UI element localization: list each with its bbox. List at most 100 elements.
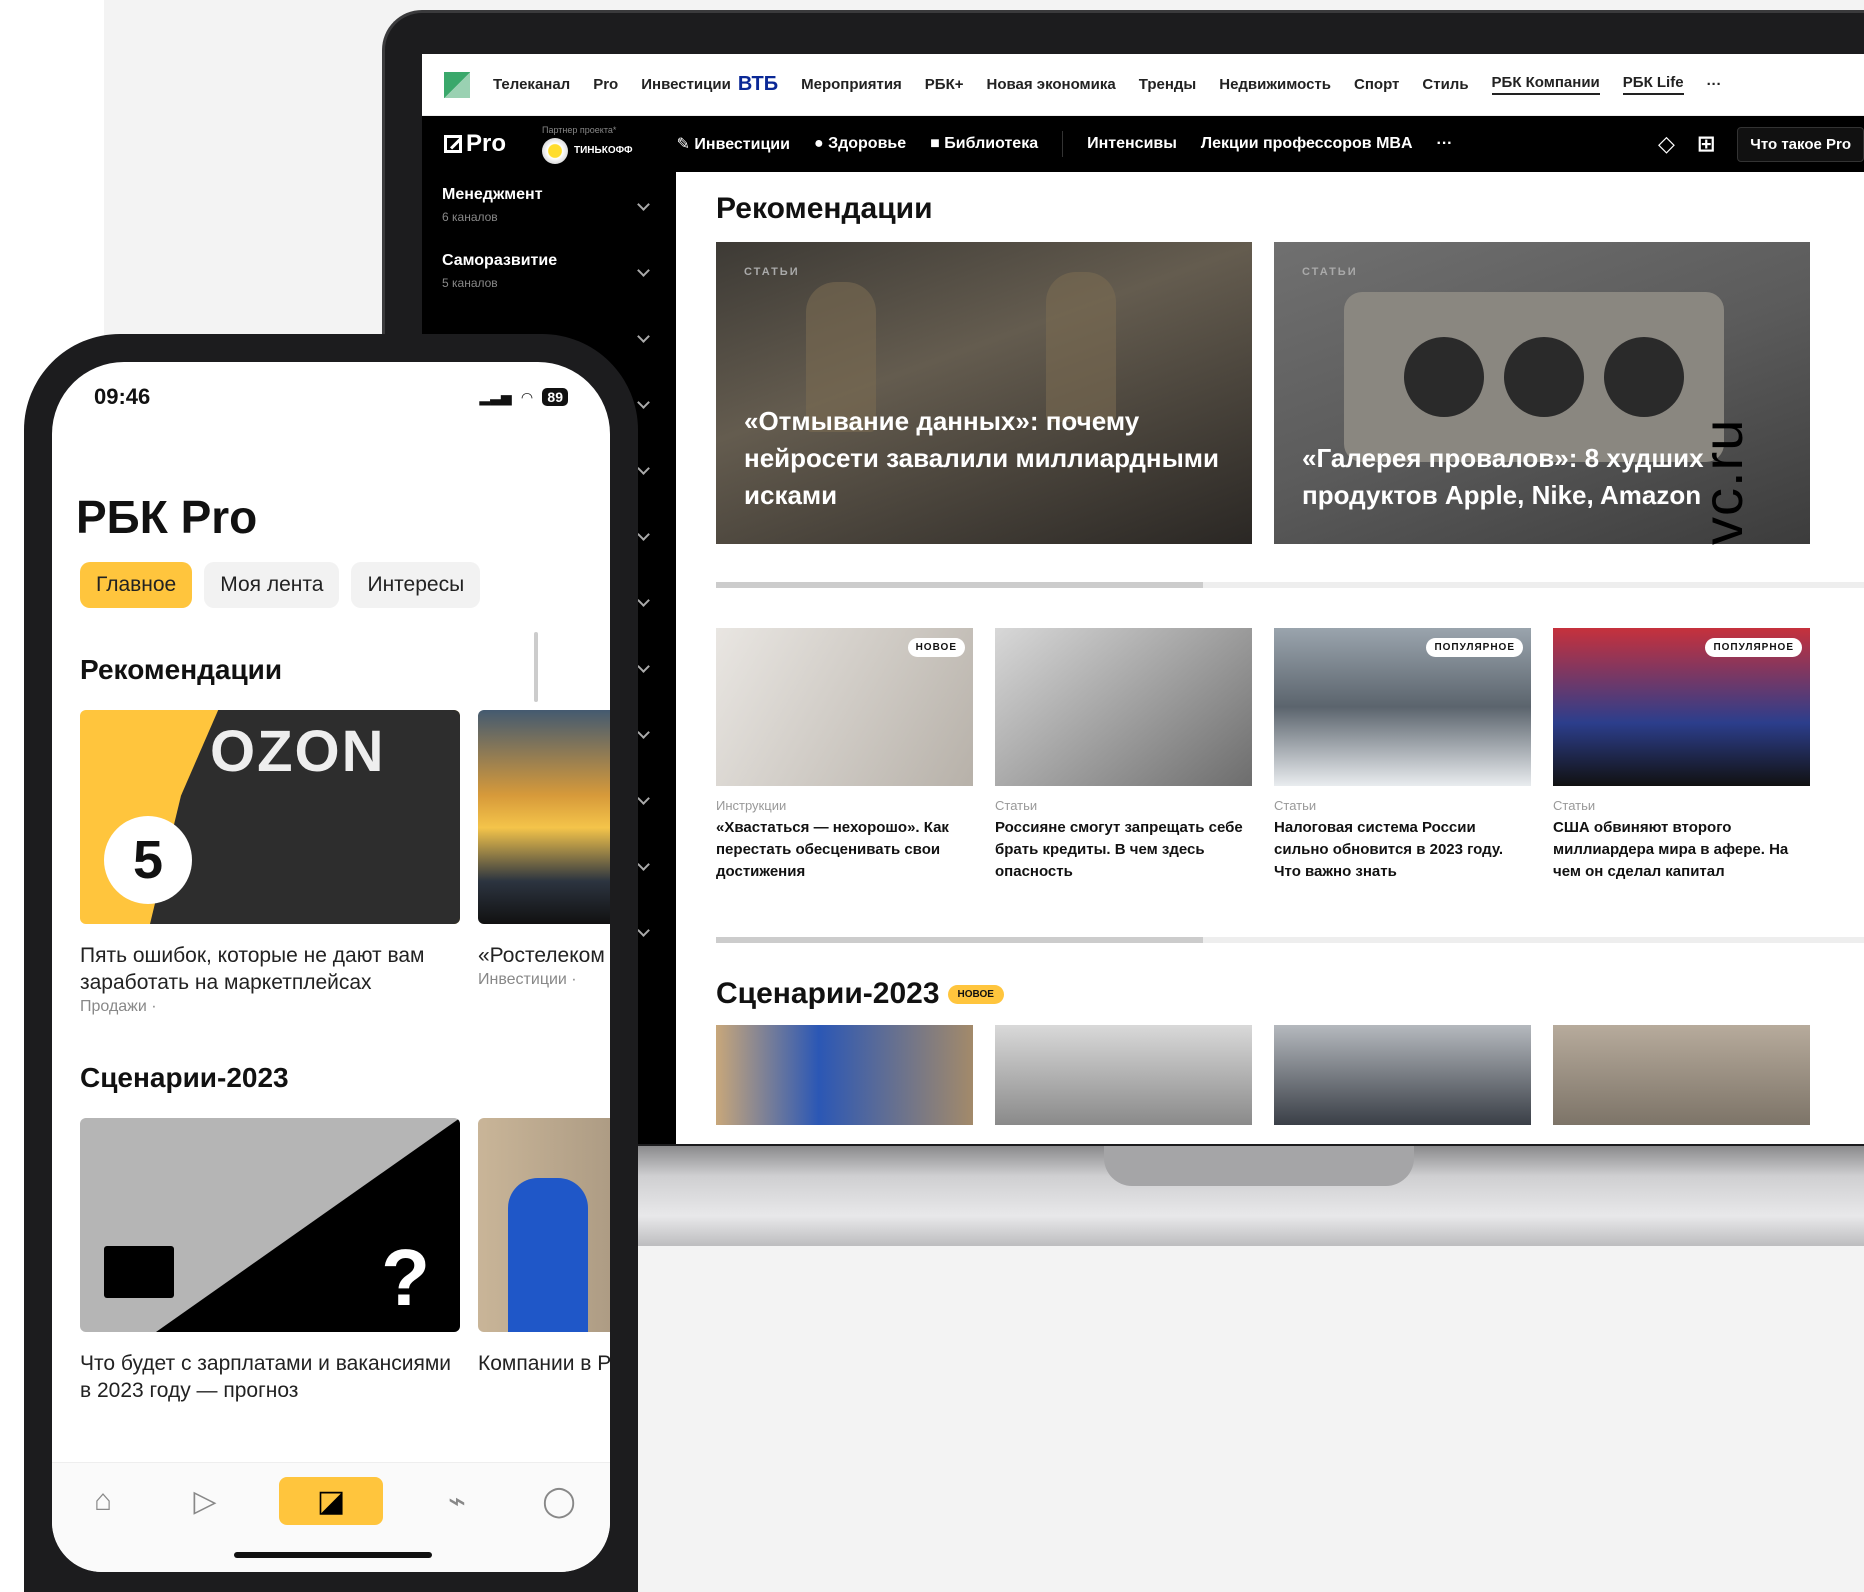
phone-rec-row: OZON 5 Пять ошибок, которые не дают вам … xyxy=(80,710,610,1016)
article-card[interactable]: НОВОЕ Инструкции «Хвастаться — нехорошо»… xyxy=(716,628,973,883)
article-card[interactable]: ПОПУЛЯРНОЕ Статьи США обвиняют второго м… xyxy=(1553,628,1810,883)
app-title: РБК Pro xyxy=(76,491,258,543)
signal-icon: ▂▃▅ xyxy=(479,388,512,405)
chevron-down-icon xyxy=(637,792,650,805)
chevron-down-icon xyxy=(637,924,650,937)
chevron-down-icon xyxy=(637,660,650,673)
speaker-image xyxy=(1344,292,1724,462)
nav-pro[interactable]: Pro xyxy=(593,76,618,93)
phone-screen: 09:46 ▂▃▅ ◠ 89 РБК Pro Главное Моя лента… xyxy=(52,362,610,1572)
laptop-screen: Телеканал Pro Инвестиции ВТБ Мероприятия… xyxy=(422,54,1864,1144)
nav-rbc-life[interactable]: РБК Life xyxy=(1622,74,1684,95)
nav-sport[interactable]: Спорт xyxy=(1354,76,1399,93)
phone-card-title: «Ростелеком «МегаФон». К сделка xyxy=(478,944,610,967)
carousel-progress-fill xyxy=(716,937,1204,943)
nav-trends[interactable]: Тренды xyxy=(1139,76,1197,93)
article-card[interactable]: Статьи Россияне смогут запрещать себе бр… xyxy=(995,628,1252,883)
pro-more-icon[interactable]: ··· xyxy=(1437,135,1453,153)
article-image: ПОПУЛЯРНОЕ xyxy=(1553,628,1810,786)
hero-tag: СТАТЬИ xyxy=(1302,266,1358,278)
main-content: Рекомендации СТАТЬИ «Отмывание данных»: … xyxy=(676,172,1864,1144)
pro-link-health[interactable]: ● Здоровье xyxy=(814,135,906,153)
tab-main[interactable]: Главное xyxy=(80,562,193,608)
tag-icon[interactable]: ◇ xyxy=(1658,131,1675,157)
nav-rbc-companies[interactable]: РБК Компании xyxy=(1491,74,1600,95)
sidebar-item-count: 5 каналов xyxy=(442,276,498,290)
carousel-progress xyxy=(716,937,1864,943)
card-category: Инструкции xyxy=(716,798,787,813)
what-is-pro-button[interactable]: Что такое Pro xyxy=(1737,126,1864,162)
hero-tag: СТАТЬИ xyxy=(744,266,800,278)
vtb-logo: ВТБ xyxy=(737,73,779,95)
phone-article-card[interactable]: OZON 5 Пять ошибок, которые не дают вам … xyxy=(80,710,460,1016)
phone-article-card[interactable]: Компании в Р роботов боле xyxy=(478,1118,610,1404)
sidebar-item-title: Менеджмент xyxy=(442,186,543,203)
article-image: НОВОЕ xyxy=(716,628,973,786)
sidebar-item-management[interactable]: Менеджмент 6 каналов xyxy=(422,172,676,238)
nav-rbc-plus[interactable]: РБК+ xyxy=(925,76,964,93)
article-card[interactable]: ПОПУЛЯРНОЕ Статьи Налоговая система Росс… xyxy=(1274,628,1531,883)
card-badge: НОВОЕ xyxy=(907,638,965,657)
rbc-top-nav: Телеканал Pro Инвестиции ВТБ Мероприятия… xyxy=(422,54,1864,116)
scroll-indicator xyxy=(534,632,538,702)
status-icons: ▂▃▅ ◠ 89 xyxy=(479,388,568,406)
article-image xyxy=(995,628,1252,786)
card-category: Статьи xyxy=(1553,798,1596,813)
home-icon[interactable]: ⌂ xyxy=(75,1477,131,1525)
pro-icon[interactable]: ◪ xyxy=(279,1477,383,1525)
phone-card-category: Продажи · xyxy=(80,998,157,1015)
scenarios-title: Сценарии-2023 xyxy=(716,977,940,1010)
hero-card[interactable]: СТАТЬИ «Отмывание данных»: почему нейрос… xyxy=(716,242,1252,544)
nav-more-icon[interactable]: ··· xyxy=(1707,76,1722,93)
nav-events[interactable]: Мероприятия xyxy=(801,76,902,93)
laptop-notch xyxy=(1104,1146,1414,1186)
battery-icon: 89 xyxy=(542,388,568,406)
tab-interests[interactable]: Интересы xyxy=(351,562,481,608)
phone-article-card[interactable]: «Ростелеком «МегаФон». К сделка Инвестиц… xyxy=(478,710,610,1016)
pro-link-investments[interactable]: ✎ Инвестиции xyxy=(677,134,790,154)
pro-logo[interactable]: Pro xyxy=(444,130,506,158)
hero-title: «Отмывание данных»: почему нейросети зав… xyxy=(744,406,1220,510)
pro-link-intensives[interactable]: Интенсивы xyxy=(1087,135,1177,153)
chevron-down-icon xyxy=(637,462,650,475)
card-category: Статьи xyxy=(995,798,1038,813)
tinkoff-seal-icon xyxy=(542,137,569,164)
gift-icon[interactable]: ⊞ xyxy=(1697,131,1715,157)
article-cards: НОВОЕ Инструкции «Хвастаться — нехорошо»… xyxy=(716,628,1864,883)
nav-tv[interactable]: Телеканал xyxy=(493,76,570,93)
chevron-down-icon xyxy=(637,594,650,607)
rbc-logo[interactable] xyxy=(444,71,470,98)
phone-rec-title: Рекомендации xyxy=(80,654,283,685)
ozon-logo: OZON xyxy=(210,719,386,784)
pro-nav-right: ◇ ⊞ Что такое Pro xyxy=(1658,126,1864,162)
phone-card-title: Пять ошибок, которые не дают вам заработ… xyxy=(80,944,425,994)
phone-article-card[interactable]: ? Что будет с зарплатами и вакансиями в … xyxy=(80,1118,460,1404)
chart-icon[interactable]: ⌁ xyxy=(429,1477,485,1525)
nav-new-economy[interactable]: Новая экономика xyxy=(987,76,1116,93)
chevron-down-icon xyxy=(637,330,650,343)
nav-investments[interactable]: Инвестиции xyxy=(641,76,731,93)
chevron-down-icon xyxy=(637,396,650,409)
scenario-thumb[interactable] xyxy=(1274,1025,1531,1125)
carousel-progress xyxy=(716,582,1864,588)
nav-realty[interactable]: Недвижимость xyxy=(1219,76,1331,93)
profile-icon[interactable]: ◯ xyxy=(531,1477,587,1525)
nav-style[interactable]: Стиль xyxy=(1422,76,1468,93)
section-title: Рекомендации xyxy=(716,192,933,225)
scenario-thumb[interactable] xyxy=(995,1025,1252,1125)
pro-links: ✎ Инвестиции ● Здоровье ■ Библиотека Инт… xyxy=(677,131,1453,157)
phone-card-title: Что будет с зарплатами и вакансиями в 20… xyxy=(80,1352,452,1402)
tab-feed[interactable]: Моя лента xyxy=(204,562,340,608)
scenario-thumb[interactable] xyxy=(1553,1025,1810,1125)
card-title: «Хвастаться — нехорошо». Как перестать о… xyxy=(716,819,949,880)
pro-link-mba[interactable]: Лекции профессоров MBA xyxy=(1201,135,1413,153)
divider xyxy=(1062,131,1064,157)
partner-logo[interactable]: ТИНЬКОФФ xyxy=(542,137,633,164)
image-number: 5 xyxy=(104,816,192,904)
ozon-image: OZON 5 xyxy=(80,710,460,924)
card-category: Статьи xyxy=(1274,798,1317,813)
sidebar-item-selfdev[interactable]: Саморазвитие 5 каналов xyxy=(422,238,676,304)
play-icon[interactable]: ▷ xyxy=(177,1477,233,1525)
scenario-thumb[interactable] xyxy=(716,1025,973,1125)
pro-link-library[interactable]: ■ Библиотека xyxy=(930,135,1038,153)
